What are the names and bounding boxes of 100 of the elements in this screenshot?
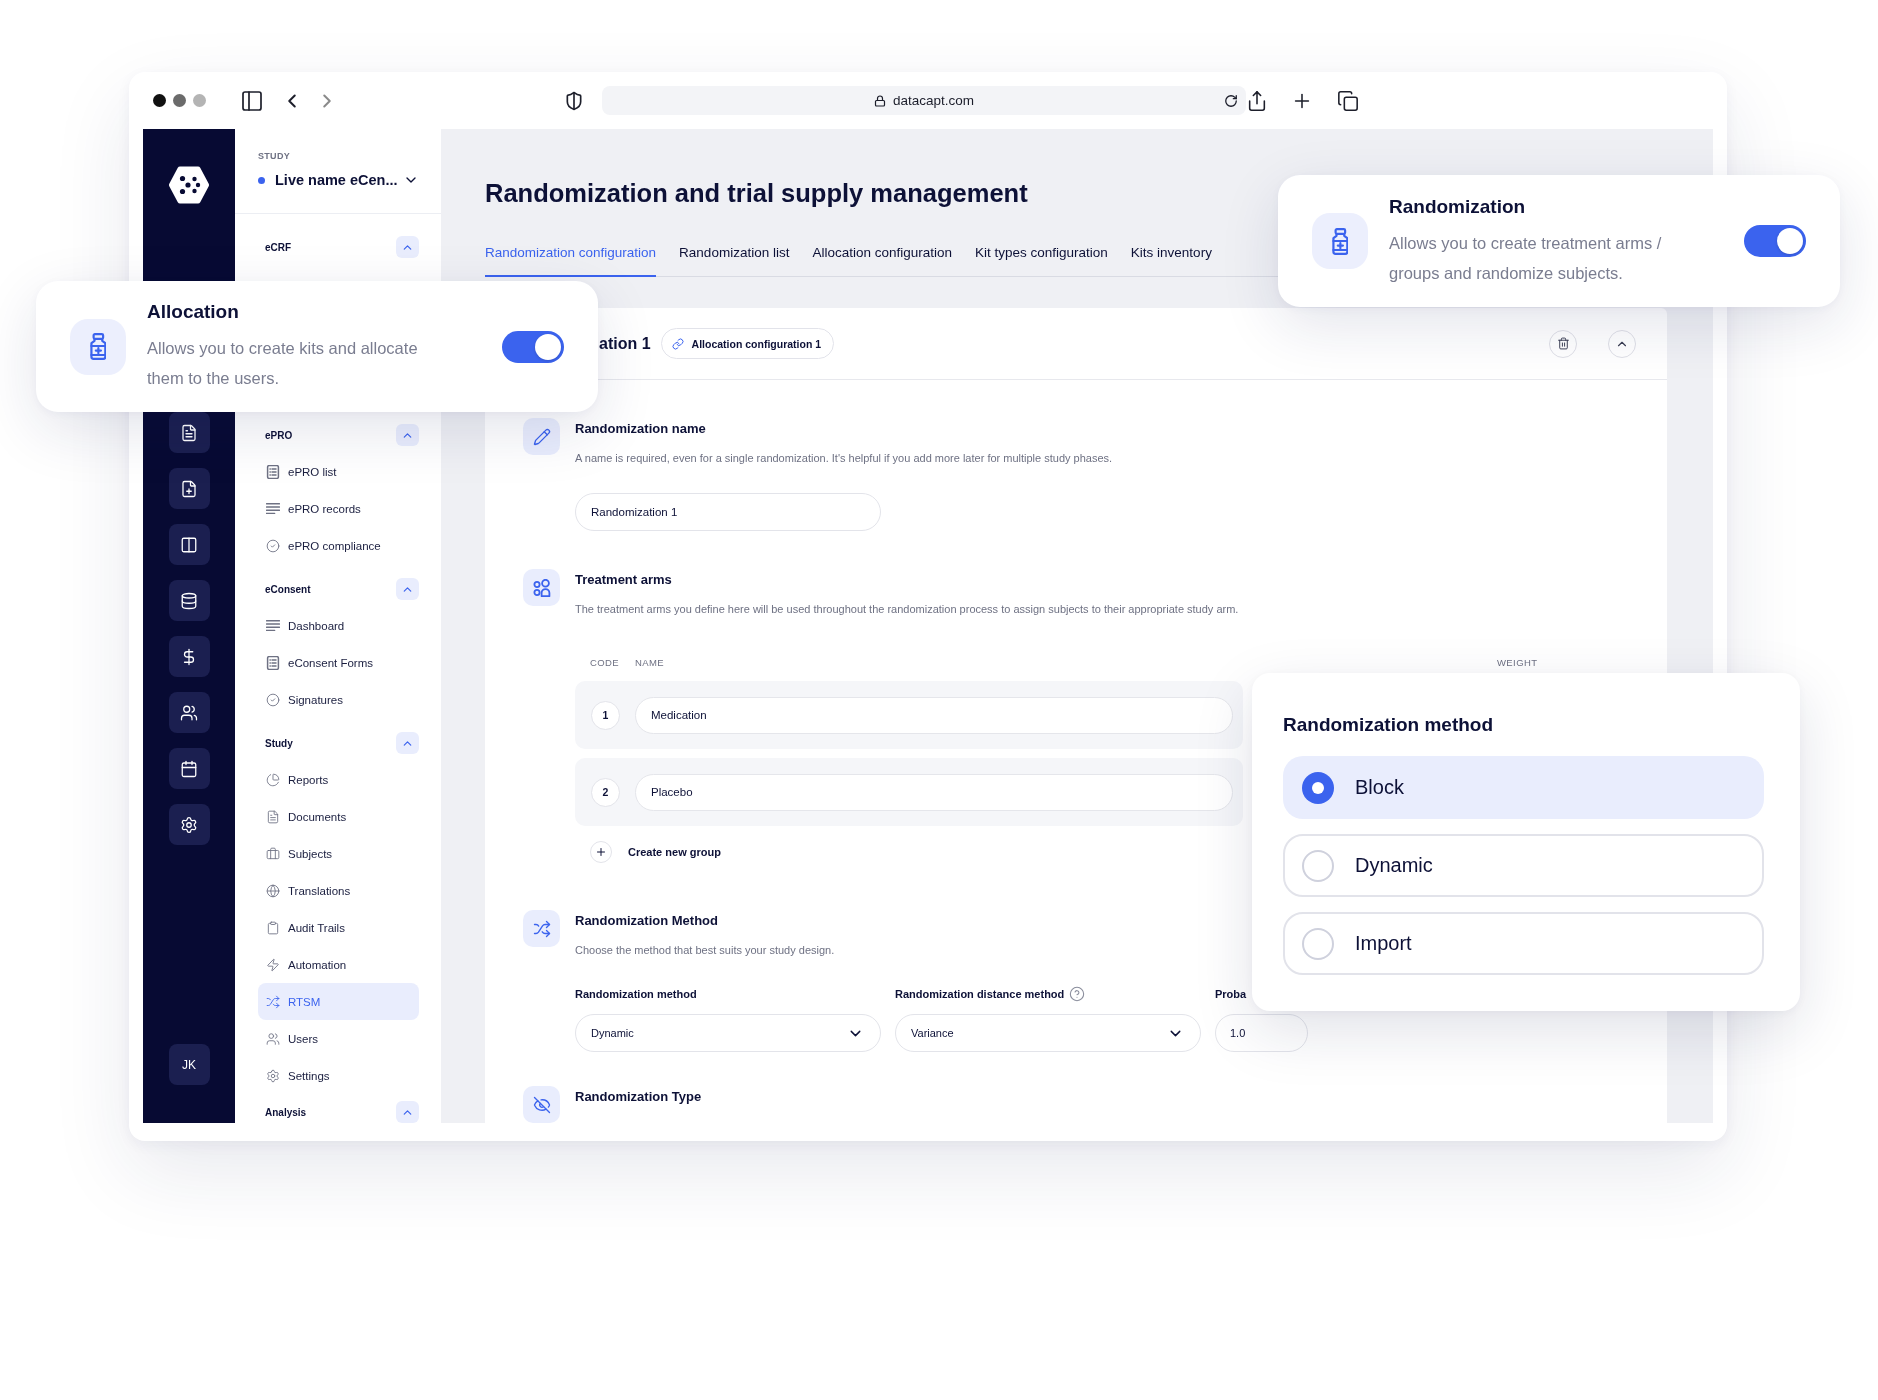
url-text: datacapt.com — [892, 93, 974, 108]
rail-button[interactable] — [168, 412, 210, 453]
section-description: A name is required, even for a single randomization. It's helpful if you add more later for multiple study phases. — [575, 451, 1113, 466]
page-title: Randomization and trial supply management — [485, 178, 1028, 209]
settings-icon — [266, 1068, 280, 1083]
study-selector[interactable]: Live name eCen... — [258, 171, 419, 189]
select-field[interactable]: Variance — [895, 1014, 1201, 1052]
collapse-button[interactable] — [396, 732, 419, 754]
feature-description: Allows you to create treatment arms / groups and randomize subjects. — [1389, 232, 1663, 284]
tab[interactable]: Allocation configuration — [812, 237, 952, 277]
sidebar-item[interactable]: eConsent Forms — [258, 644, 419, 681]
reload-icon[interactable] — [1224, 93, 1238, 108]
section-heading: eConsent — [265, 583, 311, 595]
settings-icon — [180, 815, 198, 834]
method-option[interactable]: Dynamic — [1283, 834, 1764, 897]
rail-button[interactable] — [168, 692, 210, 733]
database-icon — [180, 591, 198, 610]
field-label: Randomization distance method — [895, 988, 1065, 1000]
status-dot-icon — [258, 176, 265, 184]
sidebar-item[interactable]: Documents — [258, 798, 419, 835]
people-icon — [523, 569, 560, 606]
collapse-button[interactable] — [396, 1101, 419, 1123]
rail-button[interactable] — [168, 468, 210, 509]
calendar-icon — [180, 759, 198, 778]
briefcase-icon — [266, 846, 280, 861]
sidebar-item[interactable]: Users — [258, 1020, 419, 1057]
sidebar-item[interactable]: Dashboard — [258, 607, 419, 644]
sidebar-item[interactable]: Settings — [258, 1057, 419, 1094]
rail-button[interactable] — [168, 804, 210, 845]
tab[interactable]: Randomization list — [679, 237, 790, 277]
lines-icon — [266, 619, 280, 632]
section-heading: Analysis — [265, 1106, 307, 1118]
sidebar-item[interactable]: Audit Trails — [258, 909, 419, 946]
toggle-switch[interactable] — [1744, 225, 1806, 257]
section-title: Treatment arms — [575, 571, 672, 589]
study-label: STUDY — [258, 150, 290, 162]
sidebar-panel-icon[interactable] — [240, 88, 264, 113]
sidebar-item[interactable]: Reports — [258, 761, 419, 798]
address-bar[interactable]: datacapt.com — [602, 86, 1246, 115]
sidebar-item[interactable]: ePRO records — [258, 490, 419, 527]
section-title: Randomization Method — [575, 912, 718, 930]
section-title: Randomization name — [575, 420, 706, 438]
sidebar-item[interactable]: ePRO list — [258, 453, 419, 490]
column-header: WEIGHT — [1497, 657, 1538, 669]
sidebar-item[interactable]: Subjects — [258, 835, 419, 872]
create-group-button[interactable]: Create new group — [590, 841, 721, 863]
tab[interactable]: Kit types configuration — [975, 237, 1108, 277]
columns-icon — [180, 535, 198, 554]
lock-icon — [873, 94, 886, 107]
sidebar-item[interactable]: Translations — [258, 872, 419, 909]
shield-icon[interactable] — [564, 90, 584, 111]
tab[interactable]: Kits inventory — [1130, 237, 1212, 277]
arm-name-input[interactable]: Placebo — [635, 773, 1233, 811]
pencil-icon — [523, 418, 560, 455]
check-circle-icon — [266, 692, 280, 707]
arm-code: 2 — [591, 777, 620, 807]
lightning-icon — [266, 957, 280, 972]
trash-icon — [1556, 337, 1570, 350]
toggle-switch[interactable] — [502, 330, 564, 363]
users-icon — [266, 1031, 280, 1046]
arm-name-input[interactable]: Medication — [635, 696, 1233, 734]
rail-button[interactable] — [168, 636, 210, 677]
rail-button[interactable] — [168, 748, 210, 789]
list-document-icon — [266, 464, 280, 479]
feature-title: Randomization — [1389, 194, 1526, 219]
sidebar-item[interactable]: Signatures — [258, 681, 419, 718]
method-option[interactable]: Block — [1283, 756, 1764, 819]
section-title: Randomization Type — [575, 1088, 702, 1106]
sidebar-item[interactable]: Automation — [258, 946, 419, 983]
check-circle-icon — [266, 538, 280, 553]
sidebar-item[interactable]: RTSM — [258, 983, 419, 1020]
sidebar-item[interactable]: ePRO compliance — [258, 527, 419, 564]
clipboard-icon — [266, 920, 280, 935]
file-plus-icon — [180, 479, 198, 498]
popover-title: Randomization method — [1283, 713, 1494, 737]
medicine-bottle-icon — [70, 318, 126, 375]
user-avatar[interactable]: JK — [168, 1044, 210, 1085]
copy-icon[interactable] — [1337, 89, 1359, 112]
column-header: NAME — [635, 657, 665, 669]
rail-button[interactable] — [168, 524, 210, 565]
feature-title: Allocation — [147, 300, 239, 324]
tab[interactable]: Randomization configuration — [485, 237, 657, 277]
users-icon — [180, 703, 198, 722]
rail-button[interactable] — [168, 580, 210, 621]
select-field[interactable]: Dynamic — [575, 1014, 881, 1052]
section-heading: Study — [265, 737, 293, 749]
field-label: Randomization method — [575, 988, 697, 1000]
collapse-button[interactable] — [396, 236, 419, 258]
method-option[interactable]: Import — [1283, 912, 1764, 975]
section-heading: eCRF — [265, 241, 292, 253]
lines-icon — [266, 502, 280, 515]
collapse-button[interactable] — [396, 578, 419, 600]
app-logo — [169, 166, 209, 204]
column-header: CODE — [590, 657, 620, 669]
eye-off-icon — [523, 1086, 560, 1123]
pie-chart-icon — [266, 772, 280, 787]
section-heading: ePRO — [265, 429, 293, 441]
collapse-button[interactable] — [396, 424, 419, 446]
window-control-icon[interactable] — [153, 94, 166, 107]
share-icon[interactable] — [1246, 89, 1268, 112]
